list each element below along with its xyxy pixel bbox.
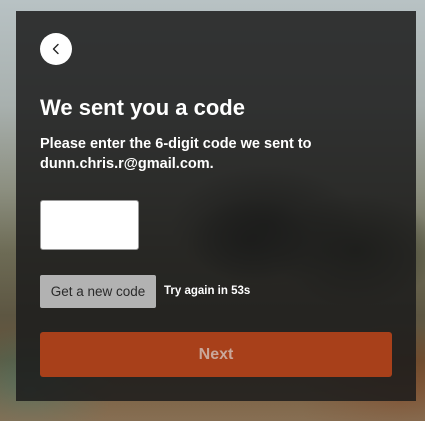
dialog-subtitle: Please enter the 6-digit code we sent to… bbox=[40, 136, 312, 172]
chevron-left-icon bbox=[50, 43, 62, 55]
dialog-title: We sent you a code bbox=[40, 95, 245, 120]
retry-countdown: Try again in 53s bbox=[164, 285, 251, 297]
verification-dialog: We sent you a code Please enter the 6-di… bbox=[16, 11, 416, 401]
back-button[interactable] bbox=[40, 33, 72, 65]
verification-code-input[interactable] bbox=[40, 200, 139, 250]
get-new-code-button[interactable]: Get a new code bbox=[40, 275, 156, 308]
next-button[interactable]: Next bbox=[40, 332, 392, 377]
background-photo: We sent you a code Please enter the 6-di… bbox=[0, 0, 425, 421]
